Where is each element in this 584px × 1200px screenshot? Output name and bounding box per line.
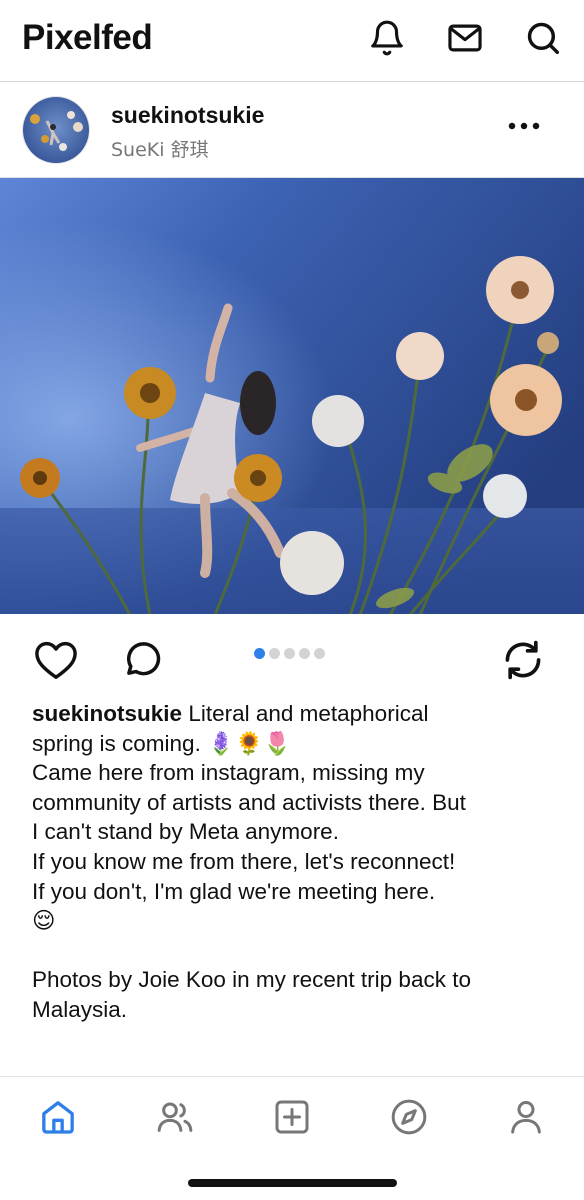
home-indicator[interactable] (188, 1179, 397, 1187)
carousel-dot[interactable] (299, 648, 310, 659)
carousel-dot[interactable] (284, 648, 295, 659)
home-icon[interactable] (34, 1093, 82, 1141)
top-bar: Pixelfed (0, 0, 584, 82)
caption-username[interactable]: suekinotsukie (32, 701, 182, 726)
heart-icon[interactable] (32, 636, 80, 684)
repost-icon[interactable] (499, 636, 547, 684)
post-display-name: SueKi 舒琪 (111, 139, 209, 161)
post-actions (0, 614, 584, 704)
caption-text: Literal and metaphorical spring is comin… (32, 701, 471, 1022)
profile-icon[interactable] (502, 1093, 550, 1141)
avatar[interactable] (22, 96, 90, 164)
carousel-dot[interactable] (314, 648, 325, 659)
post-username[interactable]: suekinotsukie (111, 102, 264, 129)
mail-icon[interactable] (446, 18, 484, 58)
bell-icon[interactable] (368, 18, 406, 58)
people-icon[interactable] (151, 1093, 199, 1141)
more-options-button[interactable] (502, 112, 546, 140)
post-header: suekinotsukie SueKi 舒琪 (0, 84, 584, 176)
add-icon[interactable] (268, 1093, 316, 1141)
post-photo[interactable] (0, 177, 584, 614)
carousel-dot[interactable] (269, 648, 280, 659)
search-icon[interactable] (524, 18, 562, 58)
compass-icon[interactable] (385, 1093, 433, 1141)
more-icon (508, 122, 540, 130)
carousel-indicator[interactable] (254, 648, 325, 659)
post-caption: suekinotsukie Literal and metaphorical s… (32, 699, 552, 1025)
bottom-navigation (0, 1076, 584, 1156)
carousel-dot[interactable] (254, 648, 265, 659)
comment-icon[interactable] (118, 636, 166, 684)
app-title[interactable]: Pixelfed (22, 18, 153, 58)
